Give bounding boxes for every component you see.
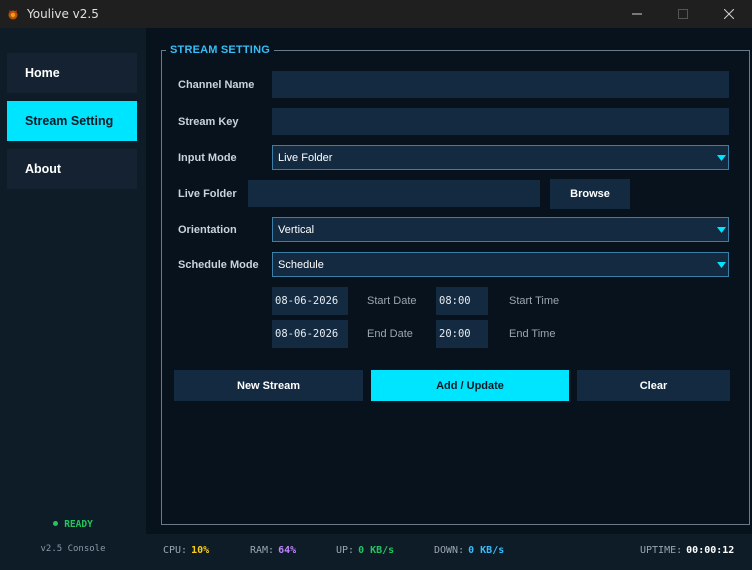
app-logo-icon bbox=[8, 10, 18, 20]
sidebar-item-about[interactable]: About bbox=[7, 149, 137, 189]
channel-name-label: Channel Name bbox=[178, 79, 255, 91]
download-stat: DOWN: 0 KB/s bbox=[434, 545, 504, 556]
orientation-select[interactable]: Vertical bbox=[272, 217, 729, 242]
group-title: STREAM SETTING bbox=[166, 44, 274, 56]
status-indicator: READY bbox=[0, 519, 146, 530]
download-label: DOWN: bbox=[434, 545, 465, 556]
window-title: Youlive v2.5 bbox=[27, 7, 99, 21]
close-icon bbox=[724, 9, 734, 19]
orientation-label: Orientation bbox=[178, 224, 237, 236]
minimize-icon bbox=[632, 13, 642, 15]
ram-stat: RAM: 64% bbox=[250, 545, 296, 556]
end-time-input[interactable]: 20:00 bbox=[436, 320, 488, 348]
input-mode-select[interactable]: Live Folder bbox=[272, 145, 729, 170]
upload-stat: UP: 0 KB/s bbox=[336, 545, 394, 556]
dropdown-arrow-icon[interactable] bbox=[715, 146, 728, 169]
add-update-button[interactable]: Add / Update bbox=[371, 370, 569, 401]
orientation-value: Vertical bbox=[278, 223, 315, 236]
status-text: READY bbox=[64, 519, 93, 530]
maximize-button[interactable] bbox=[660, 0, 706, 28]
sidebar-item-label: Stream Setting bbox=[25, 114, 114, 128]
main-panel: STREAM SETTING Channel Name Stream Key I… bbox=[146, 28, 752, 534]
start-date-label: Start Date bbox=[367, 295, 417, 307]
title-bar: Youlive v2.5 bbox=[0, 0, 752, 28]
console-version-label: v2.5 Console bbox=[40, 544, 106, 554]
browse-button[interactable]: Browse bbox=[550, 179, 630, 209]
cpu-stat: CPU: 10% bbox=[163, 545, 209, 556]
live-folder-input[interactable] bbox=[248, 180, 540, 207]
clear-button[interactable]: Clear bbox=[577, 370, 730, 401]
ram-value: 64% bbox=[278, 545, 297, 556]
live-folder-label: Live Folder bbox=[178, 188, 237, 200]
start-date-input[interactable]: 08-06-2026 bbox=[272, 287, 348, 315]
cpu-value: 10% bbox=[191, 545, 210, 556]
cpu-label: CPU: bbox=[163, 545, 188, 556]
dropdown-arrow-icon[interactable] bbox=[715, 253, 728, 276]
upload-value: 0 KB/s bbox=[358, 545, 395, 556]
uptime-stat: UPTIME: 00:00:12 bbox=[640, 545, 734, 556]
sidebar-item-label: About bbox=[25, 162, 62, 176]
dropdown-arrow-icon[interactable] bbox=[715, 218, 728, 241]
minimize-button[interactable] bbox=[614, 0, 660, 28]
close-button[interactable] bbox=[706, 0, 752, 28]
schedule-mode-value: Schedule bbox=[278, 258, 324, 271]
uptime-label: UPTIME: bbox=[640, 545, 683, 556]
sidebar: Home Stream Setting About READY v2.5 Con… bbox=[0, 28, 146, 570]
sidebar-item-home[interactable]: Home bbox=[7, 53, 137, 93]
sidebar-item-label: Home bbox=[25, 66, 60, 80]
download-value: 0 KB/s bbox=[468, 545, 505, 556]
uptime-value: 00:00:12 bbox=[686, 545, 735, 556]
status-dot-icon bbox=[53, 521, 59, 526]
status-bar: CPU: 10% RAM: 64% UP: 0 KB/s DOWN: 0 KB/s UP… bbox=[146, 534, 752, 570]
stream-key-label: Stream Key bbox=[178, 116, 239, 128]
end-date-label: End Date bbox=[367, 328, 413, 340]
window-controls bbox=[614, 0, 752, 28]
maximize-icon bbox=[678, 9, 688, 19]
sidebar-item-stream-setting[interactable]: Stream Setting bbox=[7, 101, 137, 141]
input-mode-value: Live Folder bbox=[278, 151, 333, 164]
start-time-input[interactable]: 08:00 bbox=[436, 287, 488, 315]
schedule-mode-select[interactable]: Schedule bbox=[272, 252, 729, 277]
new-stream-button[interactable]: New Stream bbox=[174, 370, 363, 401]
ram-label: RAM: bbox=[250, 545, 275, 556]
start-time-label: Start Time bbox=[509, 295, 560, 307]
stream-key-input[interactable] bbox=[272, 108, 729, 135]
end-time-label: End Time bbox=[509, 328, 556, 340]
upload-label: UP: bbox=[336, 545, 355, 556]
channel-name-input[interactable] bbox=[272, 71, 729, 98]
schedule-mode-label: Schedule Mode bbox=[178, 259, 259, 271]
input-mode-label: Input Mode bbox=[178, 152, 237, 164]
end-date-input[interactable]: 08-06-2026 bbox=[272, 320, 348, 348]
